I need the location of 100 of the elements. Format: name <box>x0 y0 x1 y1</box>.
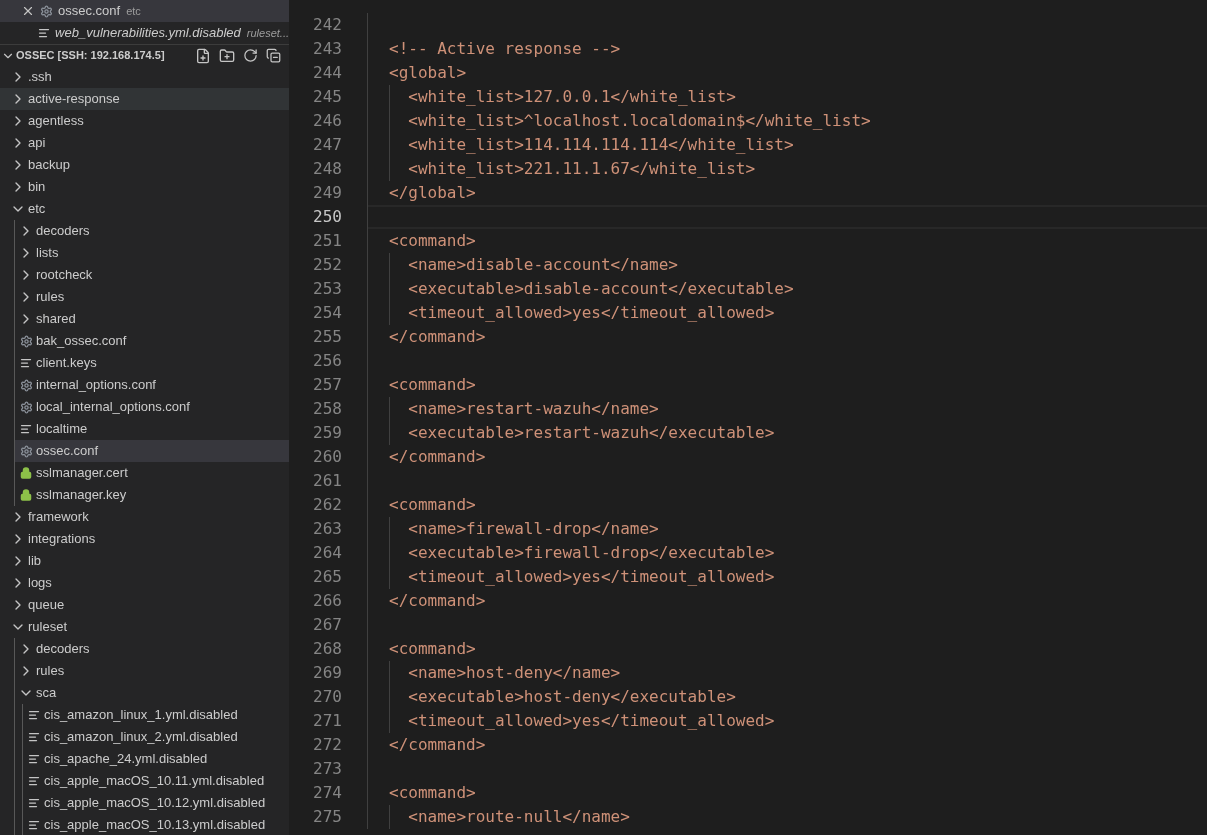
tree-item[interactable]: local_internal_options.conf <box>15 396 289 418</box>
code-text: </command> <box>389 590 486 612</box>
tree-item[interactable]: sca <box>15 682 289 704</box>
item-label: lib <box>28 552 41 571</box>
code-text: <command> <box>389 230 476 252</box>
line-number: 243 <box>312 38 342 60</box>
tree-item[interactable]: ruleset <box>0 616 289 638</box>
tree-item[interactable]: cis_apple_macOS_10.12.yml.disabled <box>23 792 289 814</box>
code-text: </command> <box>389 446 486 468</box>
tree-item[interactable]: etc <box>0 198 289 220</box>
item-label: etc <box>28 200 46 219</box>
gear-icon <box>39 4 53 18</box>
line-number: 269 <box>312 662 342 684</box>
code-text: <name>restart-wazuh</name> <box>408 398 659 420</box>
lines-icon <box>28 819 40 831</box>
line-number: 258 <box>312 398 342 420</box>
lines-icon <box>20 357 32 369</box>
tree-item[interactable]: cis_amazon_linux_1.yml.disabled <box>23 704 289 726</box>
tree-item[interactable]: lists <box>15 242 289 264</box>
item-label: api <box>28 134 46 153</box>
open-editor-item[interactable]: web_vulnerabilities.yml.disabled ruleset... <box>0 22 289 44</box>
code-text: <!-- Active response --> <box>389 38 621 60</box>
code-text: <white_list>127.0.0.1</white_list> <box>408 86 736 108</box>
line-number: 274 <box>312 782 342 804</box>
line-number: 256 <box>312 350 342 372</box>
lock-icon <box>20 467 32 479</box>
line-number: 262 <box>312 494 342 516</box>
gear-icon <box>19 444 33 458</box>
tree-item[interactable]: sslmanager.cert <box>15 462 289 484</box>
lines-icon <box>28 797 40 809</box>
refresh-icon[interactable] <box>243 48 258 63</box>
tree-item[interactable]: agentless <box>0 110 289 132</box>
tree-item[interactable]: rootcheck <box>15 264 289 286</box>
code-text: <command> <box>389 374 476 396</box>
code-text: <name>host-deny</name> <box>408 662 621 684</box>
section-header[interactable]: OSSEC [SSH: 192.168.174.5] <box>0 44 289 66</box>
line-number: 260 <box>312 446 342 468</box>
close-icon[interactable] <box>21 4 35 18</box>
code-text: <command> <box>389 494 476 516</box>
new-file-icon[interactable] <box>195 47 211 64</box>
tree-item[interactable]: .ssh <box>0 66 289 88</box>
code-text: <executable>disable-account</executable> <box>408 278 794 300</box>
tree-item[interactable]: active-response <box>0 88 289 110</box>
line-number: 248 <box>312 158 342 180</box>
line-number: 246 <box>312 110 342 132</box>
item-label: cis_apple_macOS_10.11.yml.disabled <box>44 772 265 791</box>
tree-item[interactable]: shared <box>15 308 289 330</box>
item-label: cis_amazon_linux_2.yml.disabled <box>44 728 238 747</box>
code-text: <white_list>^localhost.localdomain$</white_list> <box>408 110 871 132</box>
collapse-icon[interactable] <box>266 48 281 63</box>
code-text: <name>route-null</name> <box>408 806 630 828</box>
file-path: ruleset... <box>246 25 289 41</box>
item-label: internal_options.conf <box>36 376 156 395</box>
tree-item[interactable]: backup <box>0 154 289 176</box>
item-label: cis_apple_macOS_10.13.yml.disabled <box>44 816 266 835</box>
tree-item[interactable]: lib <box>0 550 289 572</box>
item-label: sca <box>36 684 57 703</box>
item-label: bak_ossec.conf <box>36 332 127 351</box>
open-editor-item[interactable]: ossec.conf etc <box>0 0 289 22</box>
tree-item[interactable]: bak_ossec.conf <box>15 330 289 352</box>
line-number: 270 <box>312 686 342 708</box>
code-text: <command> <box>389 638 476 660</box>
code-text: <executable>firewall-drop</executable> <box>408 542 775 564</box>
tree-item[interactable]: decoders <box>15 220 289 242</box>
tree-item[interactable]: queue <box>0 594 289 616</box>
line-number: 272 <box>312 734 342 756</box>
tree-item[interactable]: ossec.conf <box>15 440 289 462</box>
line-number: 250 <box>312 206 342 228</box>
item-label: rules <box>36 288 65 307</box>
code-text: <executable>restart-wazuh</executable> <box>408 422 775 444</box>
line-number: 255 <box>312 326 342 348</box>
line-number: 249 <box>312 182 342 204</box>
item-label: cis_apache_24.yml.disabled <box>44 750 208 769</box>
tree-item[interactable]: client.keys <box>15 352 289 374</box>
tree-item[interactable]: bin <box>0 176 289 198</box>
line-number: 261 <box>312 470 342 492</box>
item-label: backup <box>28 156 70 175</box>
tree-item[interactable]: api <box>0 132 289 154</box>
tree-item[interactable]: logs <box>0 572 289 594</box>
tree-item[interactable]: rules <box>15 660 289 682</box>
line-number: 263 <box>312 518 342 540</box>
tree-item[interactable]: localtime <box>15 418 289 440</box>
item-label: local_internal_options.conf <box>36 398 190 417</box>
tree-item[interactable]: cis_apple_macOS_10.13.yml.disabled <box>23 814 289 835</box>
new-folder-icon[interactable] <box>219 47 235 64</box>
tree-item[interactable]: sslmanager.key <box>15 484 289 506</box>
gear-icon <box>19 400 33 414</box>
tree-item[interactable]: rules <box>15 286 289 308</box>
tree-item[interactable]: decoders <box>15 638 289 660</box>
tree-item[interactable]: cis_amazon_linux_2.yml.disabled <box>23 726 289 748</box>
tree-item[interactable]: internal_options.conf <box>15 374 289 396</box>
tree-item[interactable]: cis_apache_24.yml.disabled <box>23 748 289 770</box>
tree-item[interactable]: cis_apple_macOS_10.11.yml.disabled <box>23 770 289 792</box>
tree-item[interactable]: integrations <box>0 528 289 550</box>
item-label: decoders <box>36 640 90 659</box>
line-number: 275 <box>312 806 342 828</box>
code-text: <global> <box>389 62 467 84</box>
code-text: </global> <box>389 182 476 204</box>
tree-item[interactable]: framework <box>0 506 289 528</box>
gear-icon <box>19 334 33 348</box>
